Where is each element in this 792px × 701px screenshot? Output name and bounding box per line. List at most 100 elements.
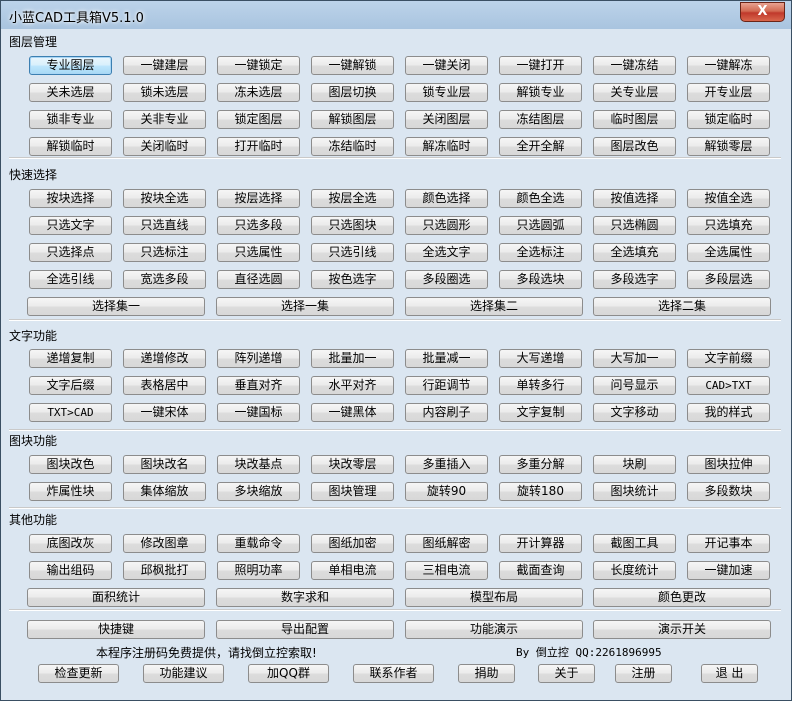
layer-button-3-2[interactable]: 打开临时 (217, 137, 300, 156)
text-button-0-7[interactable]: 文字前缀 (687, 349, 770, 368)
select-button-0-6[interactable]: 按值选择 (593, 189, 676, 208)
layer-button-3-0[interactable]: 解锁临时 (29, 137, 112, 156)
layer-button-1-1[interactable]: 锁未选层 (123, 83, 206, 102)
text-button-0-3[interactable]: 批量加一 (311, 349, 394, 368)
selection-set-button-0[interactable]: 选择集一 (27, 297, 205, 316)
other-button-0-3[interactable]: 图纸加密 (311, 534, 394, 553)
layer-button-2-0[interactable]: 锁非专业 (29, 110, 112, 129)
bottom-wide-button-2[interactable]: 功能演示 (405, 620, 583, 639)
other-button-0-6[interactable]: 截图工具 (593, 534, 676, 553)
select-button-0-1[interactable]: 按块全选 (123, 189, 206, 208)
layer-button-1-4[interactable]: 锁专业层 (405, 83, 488, 102)
layer-button-1-0[interactable]: 关未选层 (29, 83, 112, 102)
select-button-0-2[interactable]: 按层选择 (217, 189, 300, 208)
other-button-0-7[interactable]: 开记事本 (687, 534, 770, 553)
select-button-2-4[interactable]: 全选文字 (405, 243, 488, 262)
block-button-1-4[interactable]: 旋转90 (405, 482, 488, 501)
block-button-1-0[interactable]: 炸属性块 (29, 482, 112, 501)
close-button[interactable]: X (740, 2, 785, 22)
text-button-1-1[interactable]: 表格居中 (123, 376, 206, 395)
select-button-3-6[interactable]: 多段选字 (593, 270, 676, 289)
block-button-0-0[interactable]: 图块改色 (29, 455, 112, 474)
select-button-2-2[interactable]: 只选属性 (217, 243, 300, 262)
select-button-1-2[interactable]: 只选多段 (217, 216, 300, 235)
layer-button-2-6[interactable]: 临时图层 (593, 110, 676, 129)
select-button-2-1[interactable]: 只选标注 (123, 243, 206, 262)
block-button-1-2[interactable]: 多块缩放 (217, 482, 300, 501)
select-button-0-0[interactable]: 按块选择 (29, 189, 112, 208)
text-button-2-5[interactable]: 文字复制 (499, 403, 582, 422)
layer-button-0-0[interactable]: 专业图层 (29, 56, 112, 75)
other-button-1-5[interactable]: 截面查询 (499, 561, 582, 580)
select-button-3-1[interactable]: 宽选多段 (123, 270, 206, 289)
layer-button-3-7[interactable]: 解锁零层 (687, 137, 770, 156)
text-button-2-2[interactable]: 一键国标 (217, 403, 300, 422)
select-button-1-7[interactable]: 只选填充 (687, 216, 770, 235)
layer-button-3-1[interactable]: 关闭临时 (123, 137, 206, 156)
layer-button-0-4[interactable]: 一键关闭 (405, 56, 488, 75)
text-button-0-2[interactable]: 阵列递增 (217, 349, 300, 368)
block-button-0-2[interactable]: 块改基点 (217, 455, 300, 474)
block-button-0-4[interactable]: 多重插入 (405, 455, 488, 474)
other-button-1-7[interactable]: 一键加速 (687, 561, 770, 580)
footer-button-4[interactable]: 捐助 (458, 664, 515, 683)
layer-button-0-7[interactable]: 一键解冻 (687, 56, 770, 75)
text-button-2-4[interactable]: 内容刷子 (405, 403, 488, 422)
text-button-1-7[interactable]: CAD>TXT (687, 376, 770, 395)
select-button-1-5[interactable]: 只选圆弧 (499, 216, 582, 235)
select-button-0-5[interactable]: 颜色全选 (499, 189, 582, 208)
other-button-1-1[interactable]: 邱枫批打 (123, 561, 206, 580)
text-button-1-2[interactable]: 垂直对齐 (217, 376, 300, 395)
text-button-0-1[interactable]: 递增修改 (123, 349, 206, 368)
text-button-2-7[interactable]: 我的样式 (687, 403, 770, 422)
layer-button-3-4[interactable]: 解冻临时 (405, 137, 488, 156)
select-button-1-3[interactable]: 只选图块 (311, 216, 394, 235)
layer-button-3-3[interactable]: 冻结临时 (311, 137, 394, 156)
layer-button-0-1[interactable]: 一键建层 (123, 56, 206, 75)
selection-set-button-3[interactable]: 选择二集 (593, 297, 771, 316)
layer-button-1-3[interactable]: 图层切换 (311, 83, 394, 102)
footer-button-3[interactable]: 联系作者 (353, 664, 434, 683)
block-button-0-1[interactable]: 图块改名 (123, 455, 206, 474)
select-button-2-3[interactable]: 只选引线 (311, 243, 394, 262)
select-button-3-2[interactable]: 直径选圆 (217, 270, 300, 289)
layer-button-1-6[interactable]: 关专业层 (593, 83, 676, 102)
other-button-0-0[interactable]: 底图改灰 (29, 534, 112, 553)
select-button-2-7[interactable]: 全选属性 (687, 243, 770, 262)
other-button-0-4[interactable]: 图纸解密 (405, 534, 488, 553)
layer-button-0-5[interactable]: 一键打开 (499, 56, 582, 75)
select-button-3-0[interactable]: 全选引线 (29, 270, 112, 289)
other-button-0-5[interactable]: 开计算器 (499, 534, 582, 553)
text-button-2-3[interactable]: 一键黑体 (311, 403, 394, 422)
text-button-1-6[interactable]: 问号显示 (593, 376, 676, 395)
select-button-1-0[interactable]: 只选文字 (29, 216, 112, 235)
text-button-2-0[interactable]: TXT>CAD (29, 403, 112, 422)
block-button-0-6[interactable]: 块刷 (593, 455, 676, 474)
text-button-2-6[interactable]: 文字移动 (593, 403, 676, 422)
other-wide-button-3[interactable]: 颜色更改 (593, 588, 771, 607)
text-button-0-5[interactable]: 大写递增 (499, 349, 582, 368)
layer-button-1-7[interactable]: 开专业层 (687, 83, 770, 102)
other-button-1-3[interactable]: 单相电流 (311, 561, 394, 580)
text-button-0-0[interactable]: 递增复制 (29, 349, 112, 368)
layer-button-2-3[interactable]: 解锁图层 (311, 110, 394, 129)
bottom-wide-button-0[interactable]: 快捷键 (27, 620, 205, 639)
layer-button-3-5[interactable]: 全开全解 (499, 137, 582, 156)
text-button-0-6[interactable]: 大写加一 (593, 349, 676, 368)
block-button-0-7[interactable]: 图块拉伸 (687, 455, 770, 474)
select-button-1-1[interactable]: 只选直线 (123, 216, 206, 235)
other-button-1-2[interactable]: 照明功率 (217, 561, 300, 580)
text-button-1-4[interactable]: 行距调节 (405, 376, 488, 395)
block-button-1-6[interactable]: 图块统计 (593, 482, 676, 501)
text-button-2-1[interactable]: 一键宋体 (123, 403, 206, 422)
layer-button-0-2[interactable]: 一键锁定 (217, 56, 300, 75)
select-button-3-3[interactable]: 按色选字 (311, 270, 394, 289)
block-button-1-7[interactable]: 多段数块 (687, 482, 770, 501)
layer-button-0-3[interactable]: 一键解锁 (311, 56, 394, 75)
layer-button-2-4[interactable]: 关闭图层 (405, 110, 488, 129)
footer-button-0[interactable]: 检查更新 (38, 664, 119, 683)
bottom-wide-button-1[interactable]: 导出配置 (216, 620, 394, 639)
other-button-1-4[interactable]: 三相电流 (405, 561, 488, 580)
footer-button-5[interactable]: 关于 (538, 664, 595, 683)
layer-button-1-5[interactable]: 解锁专业 (499, 83, 582, 102)
